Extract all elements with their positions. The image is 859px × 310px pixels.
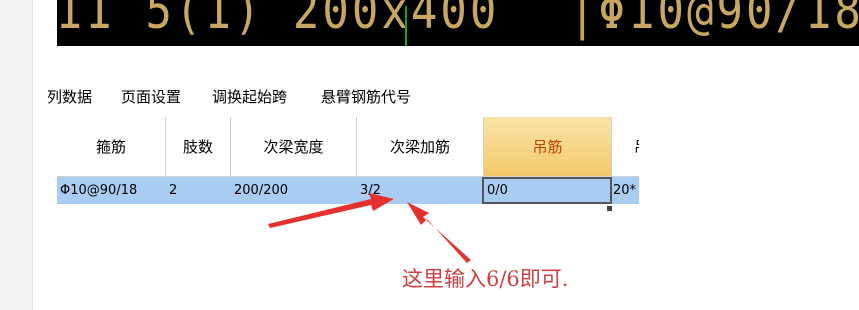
arrow-to-secondary-rebar: [268, 193, 394, 228]
arrow-from-annotation: [407, 202, 471, 263]
annotation-text: 这里输入6/6即可.: [402, 267, 569, 291]
